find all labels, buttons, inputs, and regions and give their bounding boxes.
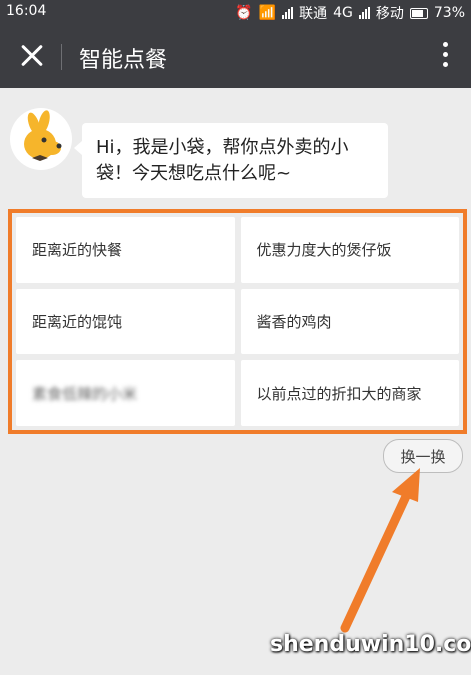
- wifi-icon: 📶: [258, 5, 277, 21]
- status-time: 16:04: [6, 3, 47, 19]
- status-right: ⏰ 📶 联通 4G 移动 73%: [235, 3, 465, 23]
- battery-icon: [409, 7, 428, 19]
- suggestion-item[interactable]: 优惠力度大的煲仔饭: [240, 217, 459, 283]
- more-menu-icon[interactable]: [441, 42, 449, 72]
- watermark: shenduwin10.com: [270, 632, 471, 657]
- close-icon[interactable]: [16, 40, 48, 72]
- page-title: 智能点餐: [79, 48, 168, 73]
- chat-message: Hi，我是小袋，帮你点外卖的小袋！今天想吃点什么呢~: [96, 137, 349, 184]
- suggestion-item[interactable]: 距离近的快餐: [16, 217, 235, 283]
- suggestion-grid: 距离近的快餐 优惠力度大的煲仔饭 距离近的馄饨 酱香的鸡肉 素食低辣的小米 以前…: [8, 209, 467, 434]
- status-bar: 16:04 ⏰ 📶 联通 4G 移动 73%: [0, 0, 471, 24]
- title-bar: 智能点餐: [0, 24, 471, 88]
- suggestion-item[interactable]: 酱香的鸡肉: [240, 288, 459, 355]
- carrier1: 联通: [299, 6, 328, 22]
- kangaroo-icon: [24, 110, 62, 161]
- refresh-button[interactable]: 换一换: [383, 439, 463, 473]
- alarm-icon: ⏰: [235, 5, 253, 21]
- bot-avatar: [10, 108, 72, 170]
- chat-bubble: Hi，我是小袋，帮你点外卖的小袋！今天想吃点什么呢~: [74, 123, 388, 198]
- carrier2: 移动: [375, 6, 404, 22]
- divider: [61, 44, 62, 70]
- network-type: 4G: [333, 5, 353, 21]
- suggestion-item[interactable]: 距离近的馄饨: [16, 288, 235, 355]
- signal-icon: [282, 7, 294, 19]
- battery-level: 73%: [433, 5, 465, 21]
- suggestion-item[interactable]: 素食低辣的小米: [16, 360, 235, 426]
- suggestion-item[interactable]: 以前点过的折扣大的商家: [240, 360, 459, 426]
- signal-icon-2: [358, 7, 370, 19]
